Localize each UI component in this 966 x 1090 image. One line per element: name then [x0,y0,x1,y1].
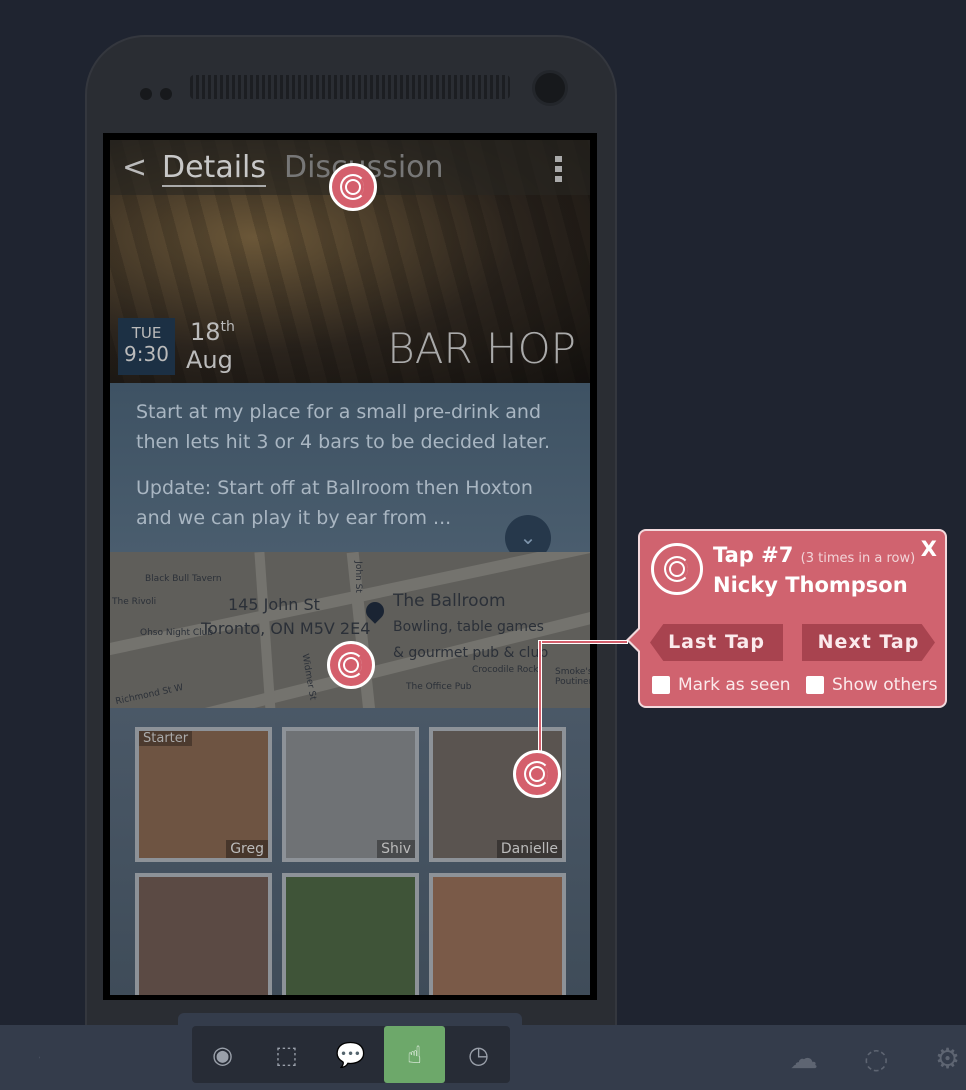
attendee-tile[interactable] [429,873,566,995]
description-paragraph: Start at my place for a small pre-drink … [136,401,551,453]
select-area-icon[interactable]: ⬚ [256,1026,317,1083]
clock-icon[interactable]: ◷ [448,1026,509,1083]
weekday: TUE [131,324,162,342]
show-others-checkbox[interactable]: Show others [806,675,937,695]
time: 9:30 [124,342,169,366]
attendee-tile[interactable] [135,873,272,995]
eye-icon[interactable]: ◉ [192,1026,253,1083]
event-title: BAR HOP [387,324,576,373]
checkbox-icon[interactable] [652,676,670,694]
tool-group: ◉ ⬚ 💬 ☝ ◷ [192,1026,510,1083]
address-line1: 145 John St [228,595,320,614]
attendee-grid: Starter Greg Shiv Danielle [110,708,590,995]
back-icon[interactable]: < [122,150,147,185]
map-label: The Office Pub [406,682,472,692]
close-button[interactable]: X [921,537,937,561]
next-tap-button[interactable]: Next Tap [802,624,935,661]
attendee-name: Greg [226,840,268,858]
tap-number: Tap #7 (3 times in a row) [713,543,915,567]
day-number: 18 [190,318,221,346]
map-label: Crocodile Rock [472,665,539,675]
address-line2: Toronto, ON M5V 2E4 [201,619,371,638]
tap-marker-fingerprint-icon[interactable] [329,163,377,211]
phone-sensor [160,88,172,100]
map-label: John St [352,561,363,593]
cloud-upload-icon[interactable]: ☁ [790,1042,818,1075]
tap-marker-fingerprint-icon[interactable] [513,750,561,798]
checkbox-label: Show others [832,675,938,695]
event-month: Aug [186,346,233,374]
venue-desc: Bowling, table games [393,619,544,635]
venue-desc: & gourmet pub & club [393,645,549,661]
event-datetime-badge: TUE 9:30 [118,318,175,375]
tap-label: Tap #7 [713,543,794,567]
phone-speaker [190,75,510,99]
last-tap-button[interactable]: Last Tap [650,624,783,661]
map-label: The Rivoli [112,597,157,607]
more-menu-icon[interactable] [555,156,562,182]
map-label: Richmond St W [114,682,185,708]
expand-arrow-icon[interactable] [0,1025,40,1090]
connector-line [538,640,542,752]
tab-details[interactable]: Details [162,150,267,187]
fingerprint-icon[interactable]: ☝ [384,1026,445,1083]
phone-sensor [140,88,152,100]
phone-camera [532,70,568,106]
checkbox-label: Mark as seen [678,675,791,695]
tap-popup: Tap #7 (3 times in a row) Nicky Thompson… [626,529,947,708]
venue-name: The Ballroom [393,591,506,611]
event-day: 18th [190,318,235,346]
user-name: Nicky Thompson [713,573,908,597]
dashed-circle-icon[interactable]: ◌ [864,1042,888,1075]
checkbox-icon[interactable] [806,676,824,694]
tap-marker-fingerprint-icon[interactable] [327,641,375,689]
comment-icon[interactable]: 💬 [320,1026,381,1083]
gear-icon[interactable]: ⚙ [935,1042,960,1075]
tap-note: (3 times in a row) [800,551,916,566]
attendee-tile[interactable] [282,873,419,995]
fingerprint-icon [651,543,703,595]
connector-line [538,640,628,644]
attendee-name: Danielle [496,840,562,858]
phone-screen: < Details Discussion TUE 9:30 18th Aug B… [103,133,597,1000]
attendee-tile[interactable]: Shiv [282,727,419,862]
starter-badge: Starter [139,731,193,746]
mark-as-seen-checkbox[interactable]: Mark as seen [652,675,791,695]
description-paragraph: Update: Start off at Ballroom then Hoxto… [136,477,533,529]
attendee-tile[interactable]: Starter Greg [135,727,272,862]
attendee-name: Shiv [377,840,415,858]
day-suffix: th [220,319,235,335]
map-label: Smoke's Poutinerie [555,667,590,687]
map-label: Black Bull Tavern [145,574,222,584]
